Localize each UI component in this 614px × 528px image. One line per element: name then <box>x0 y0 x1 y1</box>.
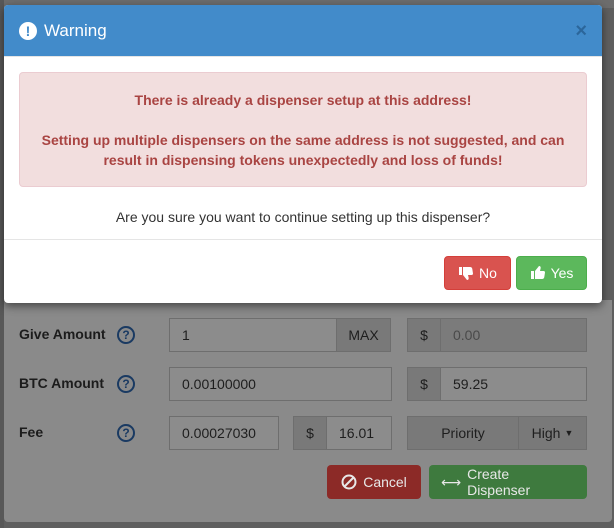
priority-dropdown[interactable]: High ▼ <box>518 416 587 450</box>
btc-amount-input[interactable]: 0.00100000 <box>169 367 392 401</box>
alert-heading: There is already a dispenser setup at th… <box>134 92 472 108</box>
fee-input[interactable]: 0.00027030 <box>169 416 279 450</box>
thumbs-up-icon <box>530 266 545 279</box>
give-amount-label: Give Amount <box>19 326 106 342</box>
yes-button[interactable]: Yes <box>516 256 587 290</box>
btc-amount-usd-input[interactable]: 59.25 <box>440 367 587 401</box>
help-icon[interactable]: ? <box>117 375 135 393</box>
fee-usd-input[interactable]: 16.01 <box>326 416 392 450</box>
max-button[interactable]: MAX <box>336 318 391 352</box>
modal-footer: No Yes <box>4 239 602 303</box>
fee-row: Fee ? 0.00027030 $ 16.01 Priority High ▼ <box>0 416 614 450</box>
give-amount-usd-input: 0.00 <box>440 318 587 352</box>
no-button[interactable]: No <box>444 256 511 290</box>
usd-addon: $ <box>407 367 441 401</box>
danger-alert: There is already a dispenser setup at th… <box>19 72 587 187</box>
give-amount-row: Give Amount ? 1 MAX $ 0.00 <box>0 318 614 352</box>
modal-body: There is already a dispenser setup at th… <box>4 57 602 225</box>
arrows-h-icon: ⟷ <box>441 473 462 490</box>
no-label: No <box>479 265 497 281</box>
close-icon[interactable]: × <box>575 21 587 41</box>
yes-label: Yes <box>550 265 574 281</box>
thumbs-down-icon <box>459 267 474 280</box>
cancel-button[interactable]: Cancel <box>327 465 421 499</box>
exclamation-circle-icon: ! <box>19 21 37 40</box>
ban-icon <box>341 474 357 490</box>
help-icon[interactable]: ? <box>117 326 135 344</box>
alert-message: Setting up multiple dispensers on the sa… <box>41 132 565 168</box>
cancel-label: Cancel <box>363 474 407 490</box>
priority-value: High <box>531 425 561 441</box>
fee-label: Fee <box>19 424 44 440</box>
help-icon[interactable]: ? <box>117 424 135 442</box>
priority-label: Priority <box>407 416 519 450</box>
btc-amount-row: BTC Amount ? 0.00100000 $ 59.25 <box>0 367 614 401</box>
create-dispenser-label: Create Dispenser <box>467 466 531 498</box>
confirm-question: Are you sure you want to continue settin… <box>115 209 491 225</box>
usd-addon: $ <box>407 318 441 352</box>
btc-amount-label: BTC Amount <box>19 375 105 391</box>
modal-title: Warning <box>44 20 107 40</box>
modal-header: ! Warning × <box>4 5 602 57</box>
create-dispenser-button[interactable]: ⟷ Create Dispenser <box>429 465 587 499</box>
caret-down-icon: ▼ <box>564 428 574 438</box>
give-amount-input[interactable]: 1 <box>169 318 337 352</box>
usd-addon: $ <box>293 416 327 450</box>
warning-modal: ! Warning × There is already a dispenser… <box>4 5 602 303</box>
